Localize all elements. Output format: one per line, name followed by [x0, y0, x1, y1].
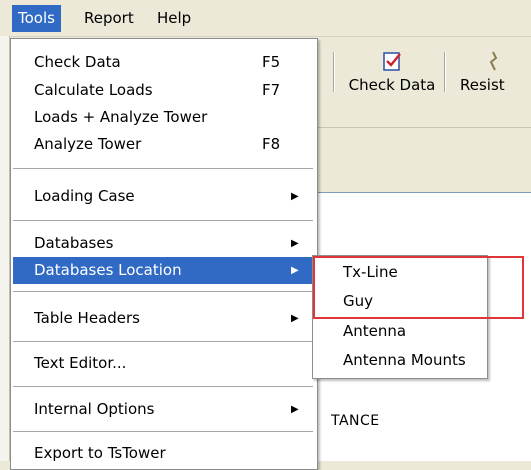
- menu-item-loading-case[interactable]: Loading Case ▶: [13, 183, 313, 210]
- menu-item-label: Internal Options: [34, 400, 155, 418]
- content-text: TANCE: [331, 413, 380, 429]
- check-data-button[interactable]: Check Data: [348, 50, 436, 94]
- submenu-arrow-icon: ▶: [291, 265, 299, 276]
- shortcut-label: F7: [262, 81, 281, 99]
- menu-report[interactable]: Report: [78, 5, 140, 32]
- menu-item-label: Table Headers: [34, 309, 140, 327]
- submenu-arrow-icon: ▶: [291, 313, 299, 324]
- menu-item-analyze-tower[interactable]: Analyze Tower F8: [13, 131, 313, 158]
- annotation-highlight-box: [313, 256, 524, 319]
- menu-item-check-data[interactable]: Check Data F5: [13, 49, 313, 76]
- submenu-arrow-icon: ▶: [291, 238, 299, 249]
- menu-item-label: Databases: [34, 234, 114, 252]
- submenu-arrow-icon: ▶: [291, 191, 299, 202]
- menu-separator: [13, 168, 313, 169]
- submenu-arrow-icon: ▶: [291, 404, 299, 415]
- menu-item-label: Loads + Analyze Tower: [34, 108, 208, 126]
- menu-item-table-headers[interactable]: Table Headers ▶: [13, 305, 313, 332]
- menu-bar: Tools Report Help: [0, 0, 531, 37]
- menu-separator: [13, 220, 313, 221]
- menu-separator: [13, 386, 313, 387]
- left-panel-edge: [0, 36, 10, 461]
- menu-item-databases-location[interactable]: Databases Location ▶: [13, 257, 313, 284]
- resistance-icon: [489, 51, 498, 71]
- toolbar-separator: [333, 52, 335, 92]
- menu-item-label: Text Editor...: [34, 354, 127, 372]
- menu-item-internal-options[interactable]: Internal Options ▶: [13, 396, 313, 423]
- menu-item-calculate-loads[interactable]: Calculate Loads F7: [13, 77, 313, 104]
- menu-separator: [13, 341, 313, 342]
- menu-item-label: Loading Case: [34, 187, 135, 205]
- toolbar-separator: [444, 52, 446, 92]
- menu-tools[interactable]: Tools: [12, 5, 61, 32]
- menu-help[interactable]: Help: [151, 5, 197, 32]
- menu-item-label: Databases Location: [34, 261, 182, 279]
- check-data-label: Check Data: [348, 76, 436, 94]
- submenu-item-antenna[interactable]: Antenna: [343, 318, 406, 344]
- menu-item-export-to-tstower[interactable]: Export to TsTower: [13, 440, 313, 467]
- menu-item-loads-analyze-tower[interactable]: Loads + Analyze Tower: [13, 104, 313, 131]
- shortcut-label: F8: [262, 135, 281, 153]
- menu-item-label: Export to TsTower: [34, 444, 166, 462]
- check-data-icon: [383, 52, 401, 71]
- menu-item-label: Calculate Loads: [34, 81, 153, 99]
- resist-button[interactable]: Resist: [460, 50, 531, 94]
- menu-item-databases[interactable]: Databases ▶: [13, 230, 313, 257]
- submenu-item-antenna-mounts[interactable]: Antenna Mounts: [343, 347, 466, 373]
- menu-item-label: Analyze Tower: [34, 135, 142, 153]
- menu-item-text-editor[interactable]: Text Editor...: [13, 350, 313, 377]
- shortcut-label: F5: [262, 53, 281, 71]
- menu-separator: [13, 431, 313, 432]
- resist-label: Resist: [460, 76, 505, 94]
- tools-menu: Check Data F5 Calculate Loads F7 Loads +…: [10, 38, 318, 470]
- menu-item-label: Check Data: [34, 53, 121, 71]
- menu-separator: [13, 291, 313, 292]
